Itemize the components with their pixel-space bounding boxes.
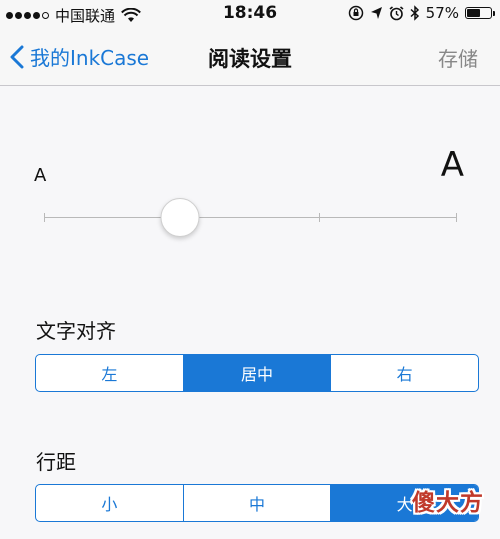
back-button-label: 我的InkCase — [30, 46, 150, 70]
bluetooth-icon — [410, 5, 419, 21]
slider-tick — [456, 213, 457, 222]
spacing-medium-option[interactable]: 中 — [184, 485, 332, 521]
rotation-lock-icon — [348, 5, 363, 21]
battery-icon — [465, 7, 495, 19]
font-size-large-label: A — [440, 145, 464, 185]
slider-tick — [318, 213, 320, 222]
save-button[interactable]: 存储 — [438, 43, 478, 72]
battery-percent: 57% — [425, 4, 459, 22]
text-align-segmented-control: 左 居中 右 — [35, 354, 479, 392]
spacing-small-option[interactable]: 小 — [36, 485, 184, 521]
align-center-option[interactable]: 居中 — [183, 355, 332, 391]
slider-thumb[interactable] — [160, 198, 200, 237]
line-spacing-label: 行距 — [36, 450, 76, 474]
font-size-slider[interactable] — [44, 198, 457, 238]
chevron-left-icon — [10, 45, 24, 68]
slider-tick — [44, 213, 45, 222]
back-button[interactable]: 我的InkCase — [10, 42, 149, 71]
align-right-option[interactable]: 右 — [331, 355, 478, 391]
font-size-small-label: A — [34, 165, 47, 186]
navigation-bar: 我的InkCase 阅读设置 存储 — [0, 30, 500, 86]
location-icon — [370, 7, 382, 19]
slider-track — [44, 217, 456, 218]
watermark-text: 傻大方 — [412, 490, 484, 516]
status-right: 57% — [348, 4, 495, 22]
status-bar: 中国联通 18:46 57% — [0, 0, 500, 30]
alarm-icon — [389, 5, 404, 20]
text-align-label: 文字对齐 — [36, 319, 116, 343]
align-left-option[interactable]: 左 — [36, 355, 184, 391]
battery-fill — [467, 9, 481, 17]
